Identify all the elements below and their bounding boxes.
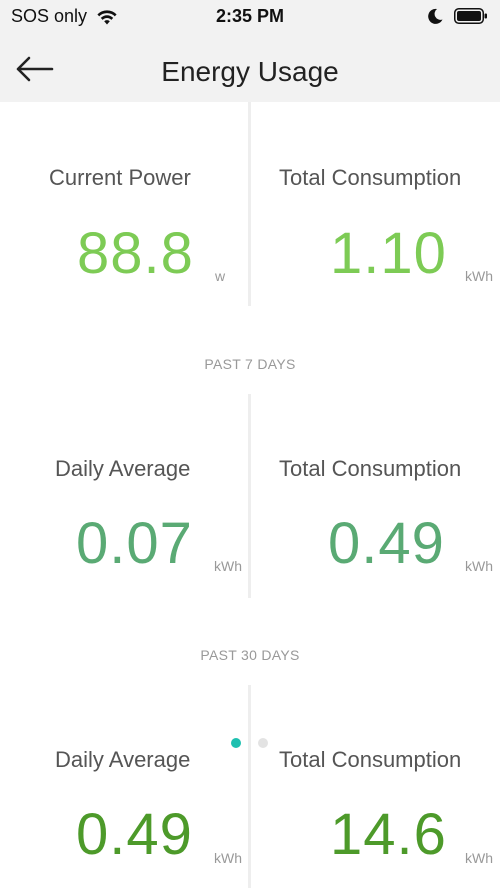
total-consumption-7-label: Total Consumption (279, 456, 462, 481)
total-consumption-unit: kWh (465, 268, 493, 284)
total-consumption-7-unit: kWh (465, 558, 493, 574)
daily-average-30-label: Daily Average (55, 747, 191, 772)
page-indicator-dot-1[interactable] (231, 738, 241, 748)
total-consumption-7-value: 0.49 (328, 511, 445, 576)
total-consumption-30-unit: kWh (465, 850, 493, 866)
total-consumption-label: Total Consumption (279, 165, 462, 190)
total-consumption-30-label: Total Consumption (279, 747, 462, 772)
daily-average-7-unit: kWh (214, 558, 242, 574)
section-heading-7-days: PAST 7 DAYS (204, 356, 296, 372)
current-power-unit: w (215, 268, 226, 284)
status-bar: SOS only 2:35 PM (0, 0, 500, 34)
current-power-value: 88.8 (77, 221, 194, 286)
daily-average-30-unit: kWh (214, 850, 242, 866)
daily-average-30-value: 0.49 (76, 802, 193, 867)
section-heading-30-days: PAST 30 DAYS (200, 647, 300, 663)
divider-30-days (248, 685, 251, 888)
daily-average-7-label: Daily Average (55, 456, 191, 481)
current-power-label: Current Power (49, 165, 191, 190)
status-right (426, 7, 488, 25)
daily-average-7-value: 0.07 (76, 511, 193, 576)
moon-icon (428, 8, 443, 24)
page-title: Energy Usage (161, 56, 339, 87)
battery-icon (454, 8, 487, 24)
nav-bar: Energy Usage (0, 34, 500, 102)
divider-current (248, 102, 251, 306)
page-indicator-dot-2[interactable] (258, 738, 268, 748)
total-consumption-30-value: 14.6 (330, 802, 447, 867)
divider-7-days (248, 394, 251, 598)
total-consumption-value: 1.10 (330, 221, 447, 286)
status-time: 2:35 PM (215, 6, 285, 26)
